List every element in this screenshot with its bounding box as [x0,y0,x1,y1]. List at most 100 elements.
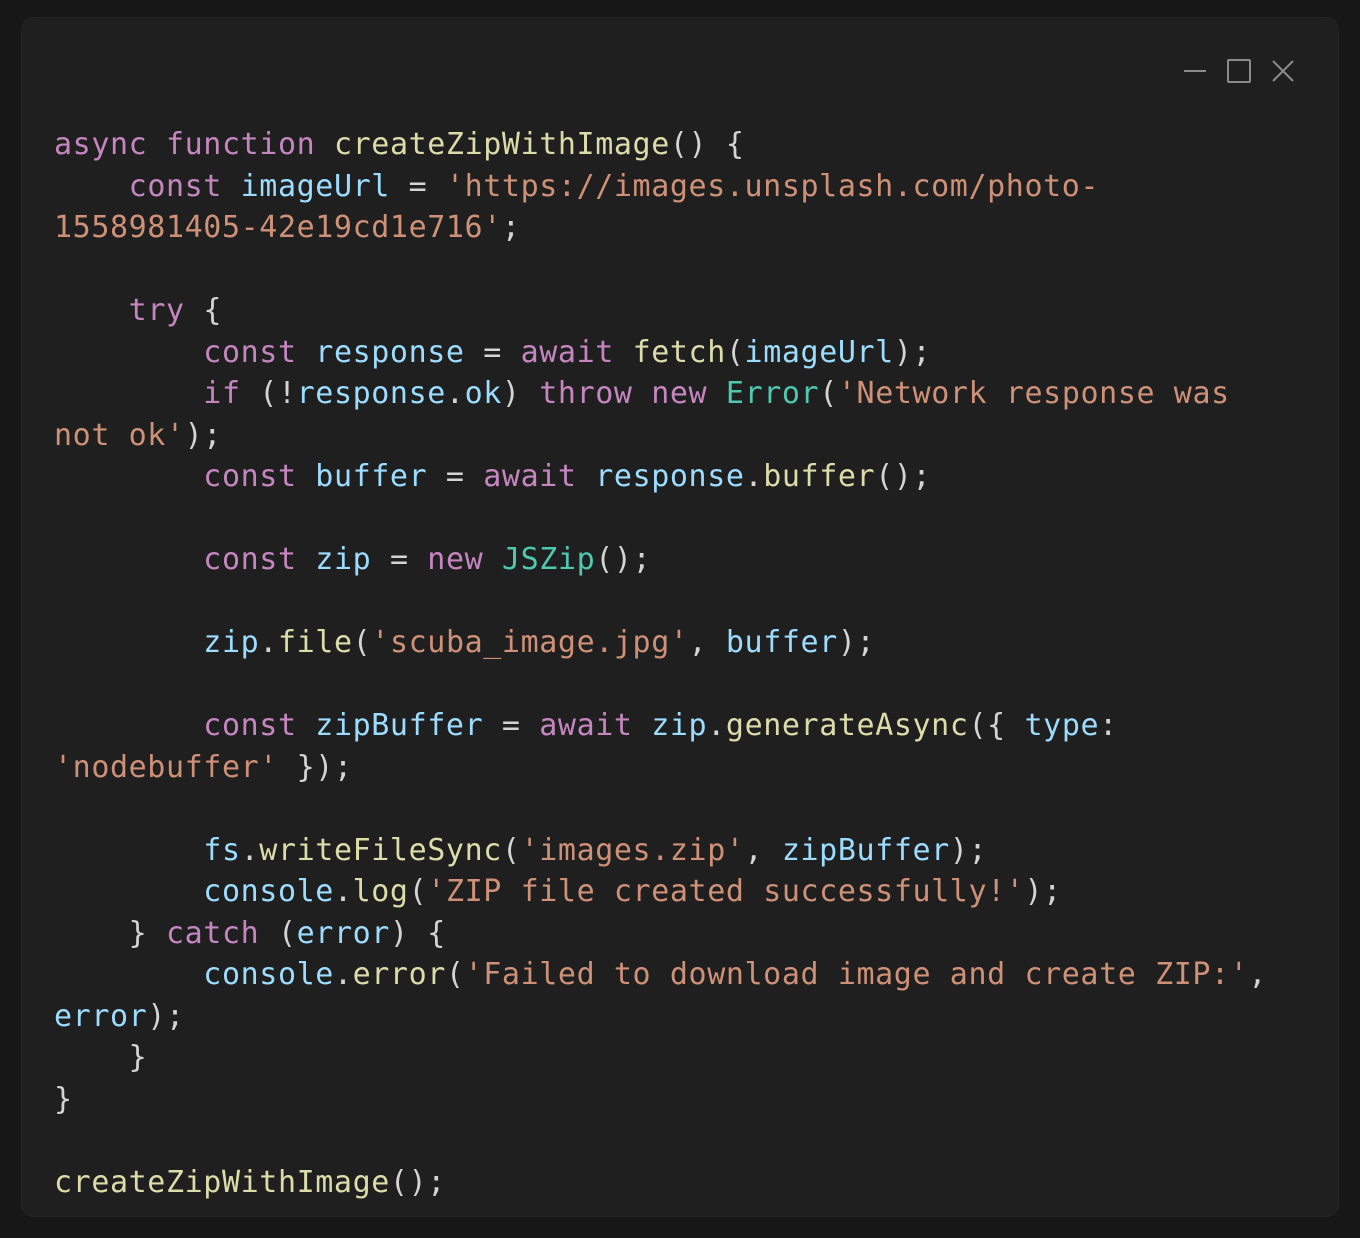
code-line: try { [54,290,1267,332]
code-token: (); [595,542,652,577]
code-token: error [352,957,446,992]
code-token: (); [875,459,932,494]
code-token: async [54,127,148,162]
code-token: zipBuffer [781,832,950,868]
code-token: . [240,832,260,868]
code-token: 'nodebuffer' [54,749,278,785]
code-token: fetch [632,334,726,370]
code-line: } catch (error) { [54,913,1267,955]
code-token: ; [501,210,521,245]
code-token: 1558981405-42e19cd1e716' [54,210,502,245]
code-token: ); [893,334,932,370]
code-token: , [744,832,782,868]
minimize-icon [1184,70,1206,72]
code-line: error); [54,996,1267,1038]
code-token: await [539,708,633,743]
code-token: 'scuba_image.jpg' [371,625,689,660]
code-token: const [203,459,297,494]
code-token: catch [165,915,260,951]
code-line: 1558981405-42e19cd1e716'; [54,207,1267,249]
code-token: , [1248,957,1268,992]
code-token: . [333,874,353,909]
maximize-button[interactable] [1226,58,1252,84]
code-token: log [352,874,409,909]
close-button[interactable] [1270,58,1296,84]
code-token: fs [203,832,241,868]
code-block[interactable]: async function createZipWithImage() { co… [54,124,1267,1203]
code-token: }); [277,749,353,785]
code-token: await [520,334,614,370]
code-token: error [54,998,148,1034]
code-token: const [203,334,297,370]
code-token: new [427,542,484,577]
code-token: 'https://images.unsplash.com/photo- [445,168,1100,204]
minimize-button[interactable] [1182,58,1208,84]
code-token: 'images.zip' [520,832,745,868]
code-token: zip [315,542,372,577]
code-token: . [259,625,278,660]
code-token: = [371,542,428,577]
code-line: const zipBuffer = await zip.generateAsyn… [54,705,1267,747]
code-token: ) [501,376,540,411]
code-token: 'ZIP file created successfully!' [427,874,1025,909]
code-token: () { [669,127,745,162]
code-token: zip [651,708,708,743]
code-token: ); [147,998,185,1034]
code-token: Error [725,376,820,411]
code-token: zip [203,625,260,660]
code-token: ); [837,625,876,660]
code-token: writeFileSync [259,832,502,868]
code-token: . [445,376,465,411]
code-token: error [296,915,390,951]
window-controls [1182,58,1296,84]
code-token: console [203,874,334,909]
code-window: async function createZipWithImage() { co… [22,18,1338,1216]
code-token: createZipWithImage [333,127,670,162]
code-token: buffer [315,459,428,494]
code-token: const [203,542,297,577]
code-token: try [128,293,185,328]
code-token: = [427,459,484,494]
code-token: ( [725,334,745,370]
code-token: ( [819,376,838,411]
maximize-icon [1227,59,1251,83]
code-line: zip.file('scuba_image.jpg', buffer); [54,622,1267,664]
code-token: ); [949,832,988,868]
code-token: buffer [763,459,876,494]
code-line: fs.writeFileSync('images.zip', zipBuffer… [54,830,1267,872]
code-token: ok [464,376,502,411]
code-token: } [54,1040,148,1075]
code-token: response [315,334,465,370]
code-token: , [688,625,726,660]
code-line: async function createZipWithImage() { [54,124,1267,166]
code-token: JSZip [501,542,596,577]
code-token: ); [1024,874,1062,909]
code-line: const buffer = await response.buffer(); [54,456,1267,498]
code-token: await [483,459,577,494]
code-token: const [128,168,222,204]
code-line: createZipWithImage(); [54,1162,1267,1204]
code-token: . [707,708,726,743]
code-token: . [744,459,764,494]
code-token: response [296,376,446,411]
code-line: not ok'); [54,415,1267,457]
code-token: createZipWithImage [54,1164,390,1200]
code-token: imageUrl [240,168,390,204]
code-token: response [595,459,745,494]
